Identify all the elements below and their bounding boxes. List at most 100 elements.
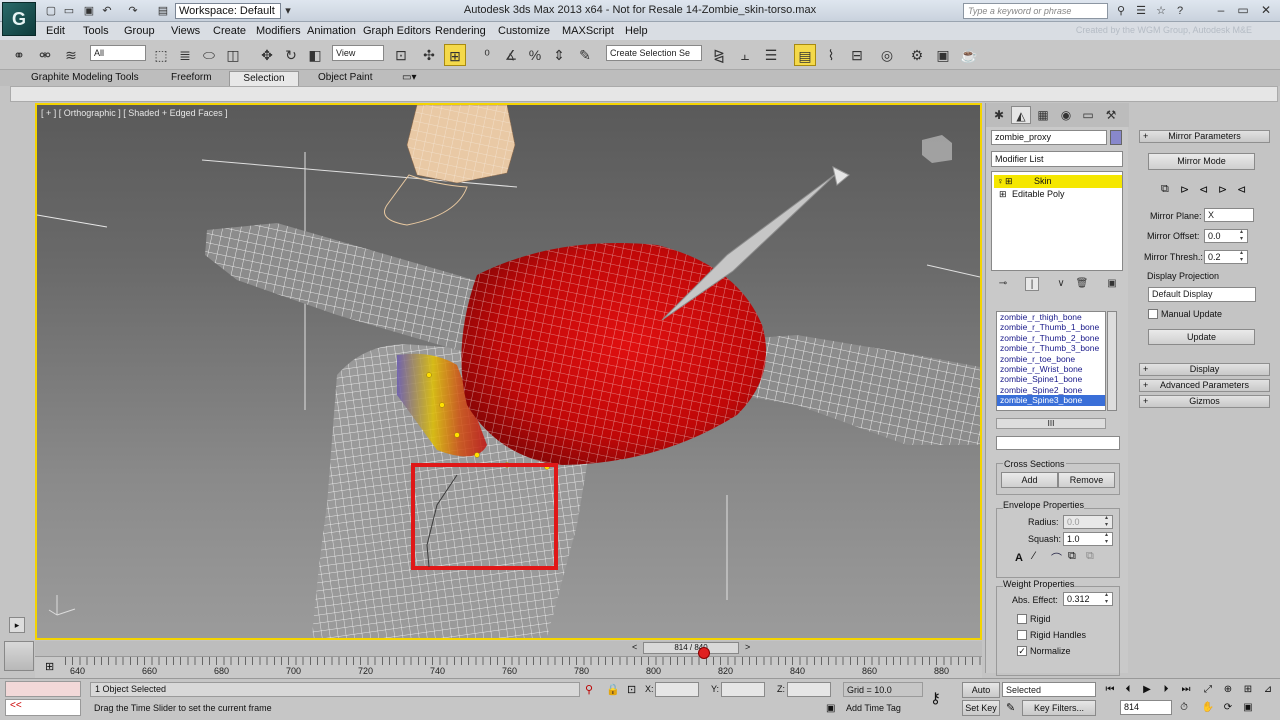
menu-create[interactable]: Create (213, 25, 246, 37)
tab-graphite-modeling-tools[interactable]: Graphite Modeling Tools (19, 71, 151, 86)
track-bar-menu-icon[interactable]: ⊞ (45, 660, 54, 673)
expand-plus-icon[interactable]: ⊞ (1005, 175, 1013, 188)
mirror-offset-spinner[interactable]: 0.0 (1204, 229, 1248, 243)
object-color-swatch[interactable] (1110, 130, 1122, 145)
copy-envelope-icon[interactable]: ⧉ (1068, 550, 1076, 563)
motion-tab-icon[interactable]: ◉ (1056, 106, 1076, 124)
binoculars-icon[interactable]: ⚲ (1114, 4, 1128, 18)
list-item[interactable]: zombie_r_Thumb_1_bone (997, 322, 1105, 332)
display-tab-icon[interactable]: ▭ (1078, 106, 1098, 124)
maxscript-listener-output[interactable] (5, 681, 81, 697)
remove-cross-section-button[interactable]: Remove (1058, 472, 1115, 488)
mirror-icon[interactable]: ⧎ (708, 44, 730, 66)
layer-manager-icon[interactable]: ☰ (760, 44, 782, 66)
radius-spinner[interactable]: 0.0 (1063, 515, 1113, 529)
render-production-icon[interactable]: ☕ (958, 44, 980, 66)
maximize-viewport-icon[interactable]: ▣ (1240, 701, 1256, 715)
reference-coordinate-dropdown[interactable]: View (332, 45, 384, 61)
close-button[interactable]: ✕ (1257, 2, 1275, 19)
next-frame-icon[interactable]: ⏵ (1158, 683, 1174, 697)
bind-space-warp-icon[interactable]: ≋ (60, 44, 82, 66)
manual-update-checkbox[interactable] (1148, 309, 1158, 319)
add-time-tag-button[interactable]: Add Time Tag (843, 700, 923, 716)
zoom-extents-icon[interactable]: ⤢ (1200, 683, 1216, 697)
menu-edit[interactable]: Edit (46, 25, 65, 37)
relative-icon[interactable]: ⁄ (1033, 550, 1035, 562)
expand-plus-icon[interactable]: ⊞ (999, 188, 1007, 201)
display-projection-dropdown[interactable]: Default Display (1148, 287, 1256, 302)
pivot-center-icon[interactable]: ⊡ (390, 44, 412, 66)
gizmos-rollout[interactable]: Gizmos (1139, 395, 1270, 408)
abs-effect-spinner[interactable]: 0.312 (1063, 592, 1113, 606)
key-filters-button[interactable]: Key Filters... (1022, 700, 1096, 716)
paste-blue-to-green-verts-icon[interactable]: ⊲ (1237, 183, 1246, 196)
bone-name-field[interactable] (996, 436, 1120, 450)
mirror-paste-icon[interactable]: ⧉ (1161, 183, 1169, 196)
redo-icon[interactable]: ↷ (126, 4, 140, 18)
keyboard-shortcut-override-icon[interactable]: ⊞ (444, 44, 466, 66)
menu-tools[interactable]: Tools (83, 25, 109, 37)
render-setup-icon[interactable]: ⚙ (906, 44, 928, 66)
help-icon[interactable]: ? (1173, 4, 1187, 18)
lightbulb-icon[interactable]: ♀ (997, 175, 1004, 188)
bone-list-horizontal-scrollbar[interactable]: III (996, 418, 1106, 429)
paste-green-to-blue-verts-icon[interactable]: ⊳ (1218, 183, 1227, 196)
mirror-thresh-spinner[interactable]: 0.2 (1204, 250, 1248, 264)
curve-editor-icon[interactable]: ⌇ (820, 44, 842, 66)
schematic-view-icon[interactable]: ⊟ (846, 44, 868, 66)
field-of-view-icon[interactable]: ⊿ (1260, 683, 1276, 697)
isolate-selection-icon[interactable]: ⚲ (585, 683, 593, 696)
mini-curve-editor-button[interactable] (4, 641, 34, 671)
hierarchy-tab-icon[interactable]: ▦ (1033, 106, 1053, 124)
percent-snap-icon[interactable]: % (524, 44, 546, 66)
y-coordinate-field[interactable] (721, 682, 765, 697)
squash-spinner[interactable]: 1.0 (1063, 532, 1113, 546)
play-icon[interactable]: ▶ (1139, 683, 1155, 697)
normalize-checkbox[interactable]: ✓ (1017, 646, 1027, 656)
open-file-icon[interactable]: ▭ (62, 4, 76, 18)
set-key-button[interactable]: Set Key (962, 700, 1000, 716)
key-mode-dropdown[interactable]: Selected (1002, 682, 1096, 697)
go-to-end-icon[interactable]: ⏭ (1178, 683, 1194, 697)
x-coordinate-field[interactable] (655, 682, 699, 697)
menu-graph-editors[interactable]: Graph Editors (363, 25, 431, 37)
current-frame-marker[interactable] (698, 647, 710, 659)
named-selection-set-dropdown[interactable]: Create Selection Se (606, 45, 702, 61)
mirror-mode-button[interactable]: Mirror Mode (1148, 153, 1255, 170)
tab-freeform[interactable]: Freeform (159, 71, 224, 86)
menu-rendering[interactable]: Rendering (435, 25, 486, 37)
key-mode-toggle-icon[interactable]: ✎ (1006, 701, 1015, 714)
select-by-name-icon[interactable]: ≣ (174, 44, 196, 66)
modifier-list-dropdown[interactable]: Modifier List (991, 151, 1123, 167)
ribbon-panel-strip[interactable] (10, 86, 1278, 102)
window-crossing-icon[interactable]: ◫ (222, 44, 244, 66)
new-file-icon[interactable]: ▢ (44, 4, 58, 18)
favorites-star-icon[interactable]: ☆ (1154, 4, 1168, 18)
bone-list-scrollbar[interactable] (1107, 311, 1117, 411)
minimize-button[interactable]: – (1212, 2, 1230, 19)
current-frame-field[interactable]: 814 (1120, 700, 1172, 715)
paste-blue-to-green-icon[interactable]: ⊲ (1199, 183, 1208, 196)
align-icon[interactable]: ⫠ (734, 44, 756, 66)
maximize-button[interactable]: ▭ (1234, 2, 1252, 19)
spinner-snap-icon[interactable]: ⇕ (548, 44, 570, 66)
tab-object-paint[interactable]: Object Paint (306, 71, 384, 86)
workspace-dropdown[interactable]: Workspace: Default (175, 3, 281, 19)
list-item[interactable]: zombie_Spine2_bone (997, 385, 1105, 395)
project-folder-icon[interactable]: ▤ (156, 4, 170, 18)
time-slider-thumb[interactable]: 814 / 840 (643, 642, 739, 654)
mirror-plane-dropdown[interactable]: X (1204, 208, 1254, 222)
update-button[interactable]: Update (1148, 329, 1255, 345)
display-rollout[interactable]: Display (1139, 363, 1270, 376)
configure-modifier-sets-icon[interactable]: ▣ (1105, 277, 1119, 291)
menu-customize[interactable]: Customize (498, 25, 550, 37)
go-to-start-icon[interactable]: ⏮ (1102, 683, 1118, 697)
bone-list[interactable]: zombie_r_thigh_bone zombie_r_Thumb_1_bon… (996, 311, 1106, 411)
stack-item-editable-poly[interactable]: ⊞ Editable Poly (994, 188, 1124, 201)
select-manipulate-icon[interactable]: ✣ (418, 44, 440, 66)
link-icon[interactable]: ⚭ (8, 44, 30, 66)
search-input[interactable]: Type a keyword or phrase (963, 3, 1108, 19)
selection-lock-icon[interactable]: 🔒 (606, 683, 620, 696)
previous-frame-arrow[interactable]: < (632, 642, 637, 652)
menu-views[interactable]: Views (171, 25, 200, 37)
